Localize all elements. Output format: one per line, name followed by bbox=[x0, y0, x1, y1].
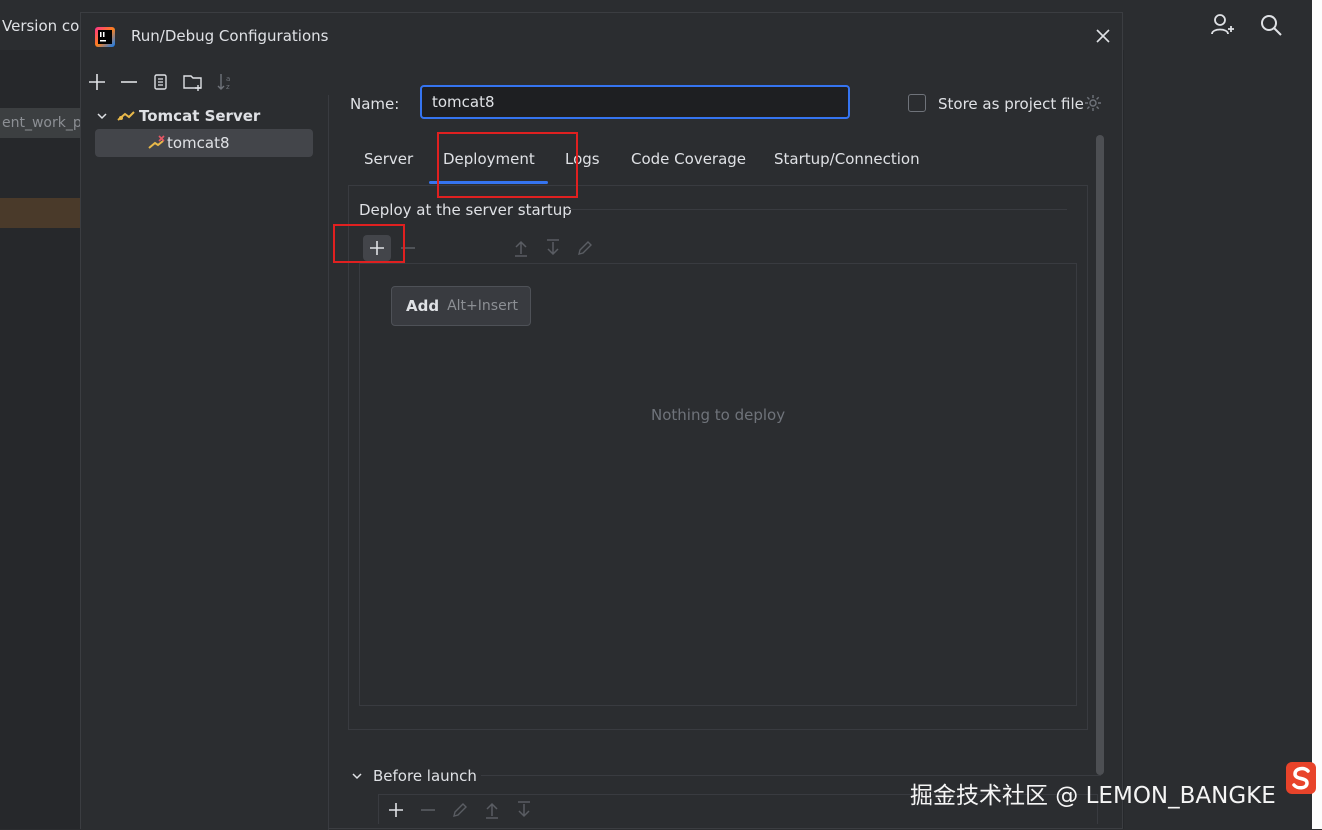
tree-item-label: tomcat8 bbox=[167, 134, 230, 152]
screen-edge bbox=[1312, 0, 1322, 829]
tomcat-icon bbox=[117, 111, 135, 121]
remove-config-icon[interactable] bbox=[118, 71, 140, 93]
add-button-highlight bbox=[333, 224, 405, 263]
add-user-icon[interactable] bbox=[1209, 12, 1235, 38]
chevron-down-icon[interactable] bbox=[95, 109, 109, 123]
add-config-icon[interactable] bbox=[86, 71, 108, 93]
edit-icon[interactable] bbox=[449, 799, 471, 821]
close-icon[interactable] bbox=[1094, 27, 1112, 45]
tooltip-shortcut: Alt+Insert bbox=[447, 298, 518, 314]
new-folder-icon[interactable] bbox=[182, 71, 204, 93]
tab-startup-connection[interactable]: Startup/Connection bbox=[774, 150, 920, 168]
intellij-logo-icon bbox=[95, 27, 115, 47]
project-tree-highlight-row bbox=[0, 198, 80, 228]
copy-config-icon[interactable] bbox=[150, 71, 172, 93]
vertical-scrollbar[interactable] bbox=[1096, 135, 1104, 775]
edit-icon[interactable] bbox=[574, 237, 596, 259]
add-icon[interactable] bbox=[385, 799, 407, 821]
svg-text:a: a bbox=[226, 75, 230, 83]
move-up-icon[interactable] bbox=[510, 237, 532, 259]
config-tree: Tomcat Server tomcat8 bbox=[81, 95, 329, 830]
config-toolbar: az bbox=[81, 67, 329, 95]
tree-group-tomcat-server[interactable]: Tomcat Server bbox=[95, 105, 260, 127]
section-separator bbox=[565, 209, 1067, 210]
move-down-icon[interactable] bbox=[513, 799, 535, 821]
before-launch-section[interactable]: Before launch bbox=[350, 765, 477, 787]
deploy-section-title: Deploy at the server startup bbox=[359, 201, 572, 219]
svg-text:z: z bbox=[226, 83, 230, 91]
deploy-toolbar bbox=[359, 233, 1077, 264]
store-as-project-file-checkbox[interactable] bbox=[908, 94, 926, 112]
move-up-icon[interactable] bbox=[481, 799, 503, 821]
tab-server[interactable]: Server bbox=[364, 150, 413, 168]
deployment-tab-highlight bbox=[437, 132, 578, 198]
move-down-icon[interactable] bbox=[542, 237, 564, 259]
deploy-list[interactable] bbox=[359, 263, 1077, 706]
remove-icon[interactable] bbox=[417, 799, 439, 821]
watermark-text: 掘金技术社区 @ LEMON_BANGKE bbox=[910, 783, 1276, 809]
tomcat-error-icon bbox=[148, 135, 165, 149]
tab-code-coverage[interactable]: Code Coverage bbox=[631, 150, 746, 168]
juejin-logo-icon bbox=[1286, 762, 1316, 794]
search-icon[interactable] bbox=[1258, 12, 1284, 38]
project-tree-row[interactable]: ent_work_p bbox=[0, 108, 80, 138]
before-launch-label: Before launch bbox=[373, 767, 477, 785]
tree-group-label: Tomcat Server bbox=[139, 107, 261, 125]
dialog-title: Run/Debug Configurations bbox=[131, 27, 329, 45]
name-input[interactable] bbox=[420, 85, 850, 119]
name-label: Name: bbox=[350, 95, 400, 113]
ide-right-panel bbox=[1124, 50, 1312, 829]
empty-state-text: Nothing to deploy bbox=[651, 406, 786, 424]
sort-icon[interactable]: az bbox=[214, 71, 236, 93]
version-control-label[interactable]: Version co bbox=[2, 17, 79, 35]
store-as-project-file-label[interactable]: Store as project file bbox=[938, 95, 1084, 113]
tree-item-tomcat8[interactable]: tomcat8 bbox=[95, 129, 313, 157]
add-tooltip: Add Alt+Insert bbox=[391, 286, 531, 326]
chevron-down-icon[interactable] bbox=[350, 769, 364, 783]
gear-icon[interactable] bbox=[1083, 93, 1103, 113]
tooltip-action: Add bbox=[406, 297, 440, 315]
run-debug-dialog: Run/Debug Configurations az Tomcat Serve… bbox=[80, 12, 1123, 830]
